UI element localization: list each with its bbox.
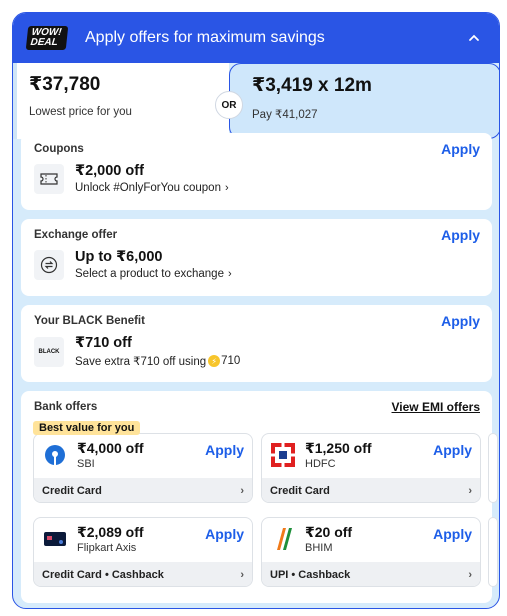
exchange-icon xyxy=(34,249,64,280)
black-benefit-card: Your BLACK Benefit Apply BLACK ₹710 off … xyxy=(21,305,492,382)
bank-offer-type: Credit Card • Cashback xyxy=(42,569,164,581)
black-offer[interactable]: BLACK ₹710 off Save extra ₹710 off using… xyxy=(34,335,479,368)
bank-offers-card: Bank offers View EMI offers Best value f… xyxy=(21,391,498,603)
exchange-offer[interactable]: Up to ₹6,000 Select a product to exchang… xyxy=(34,249,479,280)
bank-offer-bhim[interactable]: ₹20 off BHIM Apply UPI • Cashback › xyxy=(261,517,481,587)
bank-name: Flipkart Axis xyxy=(77,542,137,554)
exchange-apply-button[interactable]: Apply xyxy=(441,227,480,243)
bank-name: HDFC xyxy=(305,458,336,470)
ticket-icon xyxy=(34,163,64,194)
next-offer-peek[interactable] xyxy=(488,517,498,587)
black-logo: BLACK xyxy=(34,336,64,367)
black-coins: 710 xyxy=(221,355,241,367)
bank-apply-button[interactable]: Apply xyxy=(433,526,472,542)
emi-total-label: Pay ₹41,027 xyxy=(252,109,318,121)
bank-offer-type: Credit Card xyxy=(42,485,102,497)
black-description: Save extra ₹710 off using xyxy=(75,356,207,368)
bank-apply-button[interactable]: Apply xyxy=(205,442,244,458)
lowest-price-option[interactable]: ₹37,780 Lowest price for you xyxy=(13,63,229,139)
black-benefit-title: Your BLACK Benefit xyxy=(34,315,145,327)
bank-offer-amount: ₹2,089 off xyxy=(77,524,144,540)
emi-price-option[interactable]: ₹3,419 x 12m Pay ₹41,027 xyxy=(229,63,499,139)
bank-offer-amount: ₹20 off xyxy=(305,524,353,540)
bank-offer-hdfc[interactable]: ₹1,250 off HDFC Apply Credit Card › xyxy=(261,433,481,503)
coupon-amount: ₹2,000 off xyxy=(75,163,144,179)
coupons-card: Coupons Apply ₹2,000 off Unlock #OnlyFor… xyxy=(21,133,492,210)
chevron-right-icon: › xyxy=(224,182,229,194)
bank-apply-button[interactable]: Apply xyxy=(433,442,472,458)
bhim-logo-icon xyxy=(270,526,296,552)
coupons-apply-button[interactable]: Apply xyxy=(441,141,480,157)
bank-name: SBI xyxy=(77,458,95,470)
logo-line-2: DEAL xyxy=(29,37,59,48)
chevron-right-icon: › xyxy=(227,268,232,280)
black-apply-button[interactable]: Apply xyxy=(441,313,480,329)
exchange-card: Exchange offer Apply Up to ₹6,000 Select… xyxy=(21,219,492,296)
bank-offer-type: UPI • Cashback xyxy=(270,569,351,581)
chevron-right-icon: › xyxy=(468,569,472,581)
wow-deal-logo: WOW! DEAL xyxy=(25,26,69,50)
exchange-title: Exchange offer xyxy=(34,229,118,241)
best-value-badge: Best value for you xyxy=(33,421,141,435)
lowest-price-label: Lowest price for you xyxy=(29,106,132,118)
lowest-price: ₹37,780 xyxy=(29,74,101,95)
chevron-right-icon: › xyxy=(240,569,244,581)
coupon-offer[interactable]: ₹2,000 off Unlock #OnlyForYou coupon › xyxy=(34,163,479,194)
or-badge: OR xyxy=(215,91,243,119)
bank-offer-amount: ₹4,000 off xyxy=(77,440,144,456)
sbi-logo-icon xyxy=(42,442,68,468)
bank-offer-type: Credit Card xyxy=(270,485,330,497)
chevron-right-icon: › xyxy=(468,485,472,497)
header-title: Apply offers for maximum savings xyxy=(85,29,325,46)
black-amount: ₹710 off xyxy=(75,335,132,351)
exchange-amount: Up to ₹6,000 xyxy=(75,249,163,265)
hdfc-logo-icon xyxy=(270,442,296,468)
chevron-up-icon[interactable] xyxy=(463,27,485,49)
view-emi-offers-link[interactable]: View EMI offers xyxy=(392,400,480,414)
emi-price: ₹3,419 x 12m xyxy=(252,75,372,96)
offers-header[interactable]: WOW! DEAL Apply offers for maximum savin… xyxy=(13,13,499,63)
next-offer-peek[interactable] xyxy=(488,433,498,503)
offers-widget: WOW! DEAL Apply offers for maximum savin… xyxy=(12,12,500,609)
bank-offer-amount: ₹1,250 off xyxy=(305,440,372,456)
bank-name: BHIM xyxy=(305,542,333,554)
bank-offer-sbi[interactable]: ₹4,000 off SBI Apply Credit Card › xyxy=(33,433,253,503)
supercoin-icon: ⚡ xyxy=(208,355,221,367)
price-options: ₹37,780 Lowest price for you OR ₹3,419 x… xyxy=(13,63,499,139)
chevron-right-icon: › xyxy=(240,485,244,497)
flipkart-axis-card-icon xyxy=(42,526,68,552)
bank-apply-button[interactable]: Apply xyxy=(205,526,244,542)
coupon-description: Unlock #OnlyForYou coupon xyxy=(75,182,221,194)
coupons-title: Coupons xyxy=(34,143,84,155)
bank-offer-flipkart-axis[interactable]: ₹2,089 off Flipkart Axis Apply Credit Ca… xyxy=(33,517,253,587)
exchange-description: Select a product to exchange xyxy=(75,268,224,280)
